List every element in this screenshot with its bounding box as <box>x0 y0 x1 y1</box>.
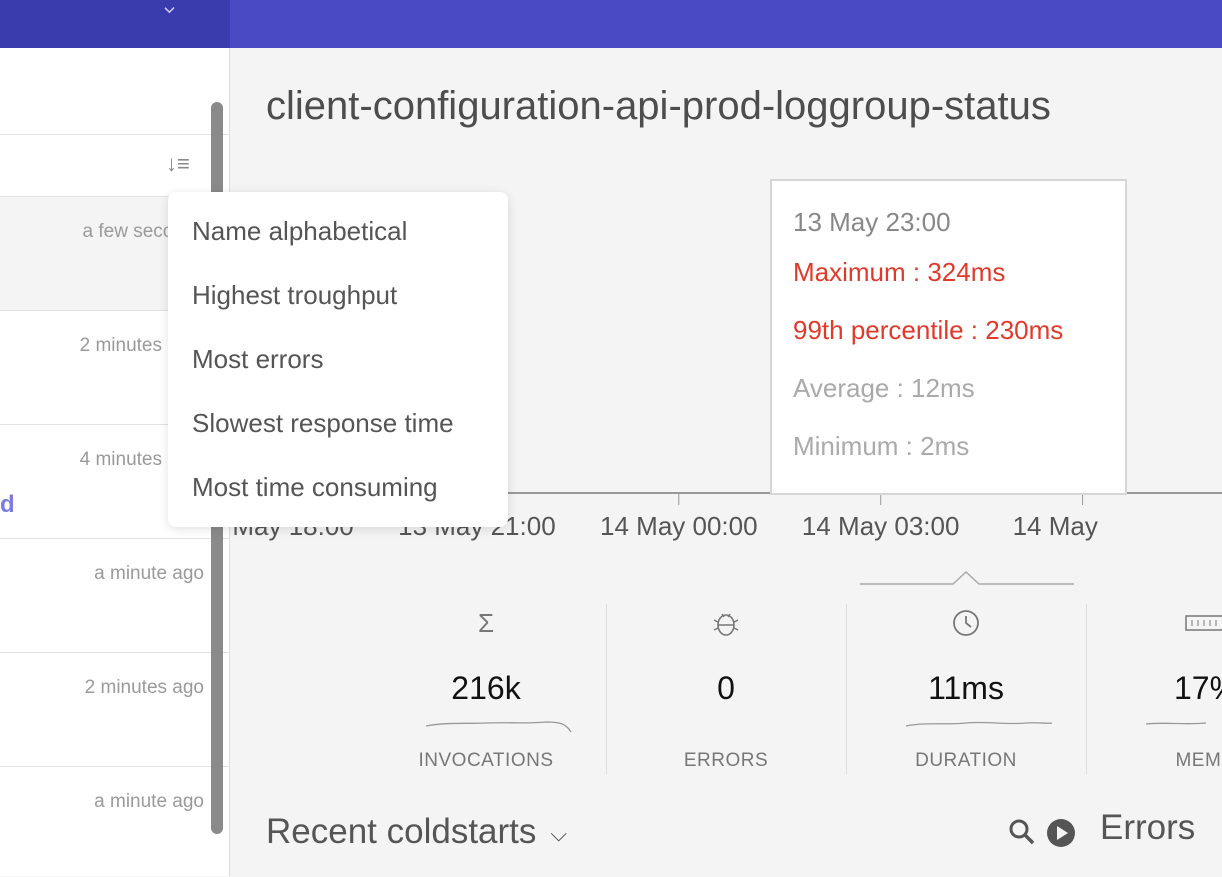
metric-label: ERRORS <box>683 750 769 771</box>
memory-icon <box>1086 608 1222 645</box>
list-item-time: a minute ago <box>94 563 204 584</box>
recent-coldstarts-title: Recent coldstarts <box>266 812 537 851</box>
chart-tooltip: 13 May 23:00 Maximum : 324ms 99th percen… <box>770 179 1127 495</box>
tooltip-date: 13 May 23:00 <box>793 207 951 237</box>
tooltip-average: Average : 12ms <box>793 373 975 403</box>
metric-value: 216k <box>451 670 521 706</box>
metric-value: 11ms <box>928 670 1004 706</box>
metric-errors[interactable]: 0 ERRORS <box>606 600 846 776</box>
page-title: client-configuration-api-prod-loggroup-s… <box>266 84 1051 128</box>
list-item[interactable]: 2 minutes ago <box>0 653 230 767</box>
x-tick-label: 14 May 03:00 <box>802 511 960 541</box>
clock-icon <box>846 608 1086 645</box>
list-item[interactable]: a minute ago <box>0 539 230 653</box>
list-item[interactable]: a minute ago <box>0 767 230 877</box>
recent-coldstarts-dropdown[interactable]: Recent coldstarts ⌵ <box>266 812 567 852</box>
errors-section-title: Errors <box>1100 808 1196 847</box>
metric-invocations[interactable]: Σ 216k INVOCATIONS <box>366 600 606 776</box>
list-item-time: 2 minutes ago <box>84 677 204 698</box>
bug-icon <box>606 608 846 645</box>
metric-label: DURATION <box>915 750 1017 771</box>
metric-sparkline <box>906 721 1053 727</box>
metric-duration[interactable]: 11ms DURATION <box>846 600 1086 776</box>
sort-descending-icon[interactable]: ↓≡ <box>166 151 190 177</box>
tooltip-p99: 99th percentile : 230ms <box>793 315 1064 345</box>
chevron-down-icon: ⌵ <box>550 820 568 846</box>
metric-sparkline <box>1146 722 1207 725</box>
sort-option-name[interactable]: Name alphabetical <box>192 216 407 247</box>
sidebar-sort-row: ↓≡ <box>0 135 230 197</box>
sort-menu: Name alphabetical Highest troughput Most… <box>168 192 508 527</box>
tooltip-maximum: Maximum : 324ms <box>793 257 1006 287</box>
sort-option-throughput[interactable]: Highest troughput <box>192 280 397 311</box>
sort-option-time-consuming[interactable]: Most time consuming <box>192 472 438 503</box>
x-tick-label: 14 May 00:00 <box>600 511 758 541</box>
search-icon[interactable] <box>1008 818 1036 846</box>
play-icon[interactable] <box>1046 818 1076 848</box>
x-tick-label: 14 May <box>1013 511 1098 541</box>
metric-sparkline <box>426 721 572 733</box>
top-bar-left: ⌟ <box>0 0 230 48</box>
metric-value: 0 <box>717 670 735 706</box>
list-item-name: d <box>0 491 15 518</box>
list-item-time: a minute ago <box>94 791 204 812</box>
tooltip-minimum: Minimum : 2ms <box>793 431 970 461</box>
list-item-time: 2 minutes <box>79 335 162 356</box>
metric-selector-indicator <box>860 570 1074 585</box>
chevron-left-icon[interactable]: ⌟ <box>160 0 186 18</box>
sigma-icon: Σ <box>477 608 495 638</box>
list-item-time: 4 minutes <box>79 449 162 470</box>
metric-value: 17% <box>1173 670 1222 706</box>
metric-memory[interactable]: 17% MEMO <box>1086 600 1222 776</box>
metric-label: MEMO <box>1175 750 1222 771</box>
metric-label: INVOCATIONS <box>418 750 554 771</box>
sidebar-search-row[interactable] <box>0 48 230 135</box>
sort-option-errors[interactable]: Most errors <box>192 344 323 375</box>
sort-option-response-time[interactable]: Slowest response time <box>192 408 454 439</box>
